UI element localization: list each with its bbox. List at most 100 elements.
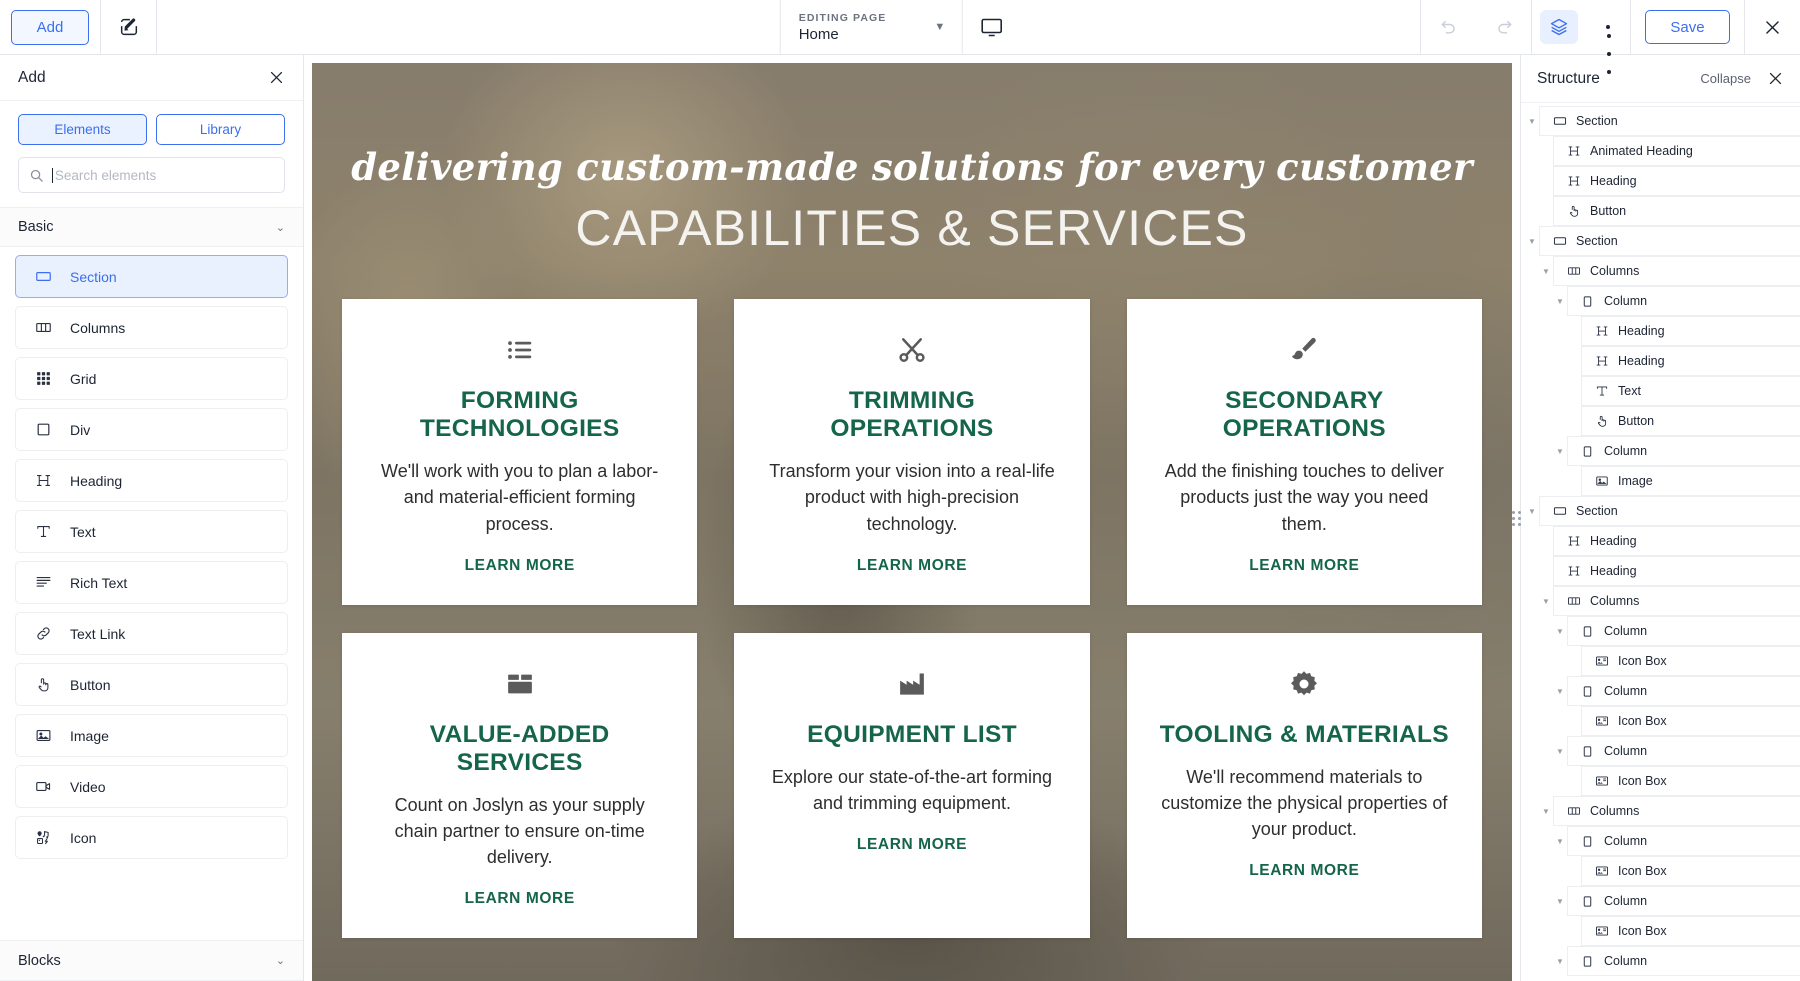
learn-more-link[interactable]: LEARN MORE (1157, 862, 1452, 880)
search-input[interactable] (54, 167, 274, 183)
list-icon (372, 333, 667, 367)
tree-node-text[interactable]: Text (1581, 376, 1800, 406)
chevron-down-icon[interactable]: ▼ (1525, 237, 1539, 246)
learn-more-link[interactable]: LEARN MORE (764, 557, 1059, 575)
element-item-rich-text[interactable]: Rich Text (15, 561, 288, 604)
icon-box-trimming-operations[interactable]: TRIMMING OPERATIONS Transform your visio… (734, 299, 1090, 605)
tree-node-heading[interactable]: Heading (1553, 556, 1800, 586)
chevron-down-icon[interactable]: ▼ (1553, 897, 1567, 906)
element-item-video[interactable]: Video (15, 765, 288, 808)
redo-button[interactable] (1476, 0, 1531, 54)
hero-heading[interactable]: CAPABILITIES & SERVICES (312, 199, 1512, 257)
group-header-blocks[interactable]: Blocks ⌄ (0, 941, 303, 981)
chevron-down-icon[interactable]: ▼ (1553, 447, 1567, 456)
tab-library[interactable]: Library (156, 114, 285, 145)
tree-node-section[interactable]: Section (1539, 106, 1800, 136)
tree-node-column[interactable]: Column (1567, 736, 1800, 766)
structure-collapse-button[interactable]: Collapse (1700, 71, 1751, 86)
chevron-down-icon[interactable]: ▼ (1553, 957, 1567, 966)
element-item-button[interactable]: Button (15, 663, 288, 706)
icon-box-value-added-services[interactable]: VALUE-ADDED SERVICES Count on Joslyn as … (342, 632, 698, 939)
chevron-down-icon[interactable]: ▼ (1553, 687, 1567, 696)
tree-node-column[interactable]: Column (1567, 436, 1800, 466)
structure-toggle-button[interactable] (1540, 10, 1578, 44)
add-panel-close-button[interactable] (268, 69, 285, 86)
element-item-grid[interactable]: Grid (15, 357, 288, 400)
tree-node-icon-box[interactable]: Icon Box (1581, 646, 1800, 676)
search-box[interactable] (18, 157, 285, 193)
learn-more-link[interactable]: LEARN MORE (372, 890, 667, 908)
tree-node-column[interactable]: Column (1567, 676, 1800, 706)
panel-resize-handle[interactable] (1508, 505, 1524, 531)
tab-elements[interactable]: Elements (18, 114, 147, 145)
element-item-section[interactable]: Section (15, 255, 288, 298)
tree-node-column[interactable]: Column (1567, 286, 1800, 316)
tree-row: ▼ Columns (1521, 796, 1800, 826)
structure-close-button[interactable] (1767, 70, 1784, 87)
chevron-down-icon[interactable]: ▼ (1553, 297, 1567, 306)
tree-node-column[interactable]: Column (1567, 826, 1800, 856)
tree-node-button[interactable]: Button (1581, 406, 1800, 436)
page-selector[interactable]: EDITING PAGE Home ▼ (779, 0, 963, 54)
icon-box-forming-technologies[interactable]: FORMING TECHNOLOGIES We'll work with you… (342, 299, 698, 605)
element-item-text[interactable]: Text (15, 510, 288, 553)
hero-section[interactable]: delivering custom-made solutions for eve… (312, 63, 1512, 257)
element-item-columns[interactable]: Columns (15, 306, 288, 349)
device-preview-button[interactable] (962, 0, 1020, 54)
chevron-down-icon[interactable]: ▼ (1539, 807, 1553, 816)
tree-node-heading[interactable]: Heading (1581, 346, 1800, 376)
group-header-basic[interactable]: Basic ⌄ (0, 207, 303, 247)
tree-node-heading[interactable]: Heading (1553, 526, 1800, 556)
tree-node-columns[interactable]: Columns (1553, 796, 1800, 826)
undo-button[interactable] (1421, 0, 1476, 54)
add-panel-header: Add (0, 55, 303, 101)
tree-node-section[interactable]: Section (1539, 226, 1800, 256)
chevron-down-icon[interactable]: ▼ (1525, 117, 1539, 126)
chevron-down-icon[interactable]: ▼ (1539, 597, 1553, 606)
more-options-button[interactable] (1586, 0, 1630, 74)
tree-node-column[interactable]: Column (1567, 946, 1800, 976)
hero-animated-heading[interactable]: delivering custom-made solutions for eve… (312, 145, 1512, 189)
tree-node-heading[interactable]: Heading (1581, 316, 1800, 346)
tree-node-icon-box[interactable]: Icon Box (1581, 856, 1800, 886)
add-button[interactable]: Add (11, 9, 89, 45)
page-canvas[interactable]: delivering custom-made solutions for eve… (312, 63, 1512, 981)
learn-more-link[interactable]: LEARN MORE (1157, 557, 1452, 575)
tree-row: ▼ Columns (1521, 256, 1800, 286)
icon-box-secondary-operations[interactable]: SECONDARY OPERATIONS Add the finishing t… (1126, 299, 1482, 605)
chevron-down-icon[interactable]: ▼ (1553, 747, 1567, 756)
tree-node-icon-box[interactable]: Icon Box (1581, 916, 1800, 946)
learn-more-link[interactable]: LEARN MORE (372, 557, 667, 575)
save-button[interactable]: Save (1645, 10, 1730, 44)
icon-box-tooling-materials[interactable]: TOOLING & MATERIALS We'll recommend mate… (1126, 632, 1482, 939)
element-item-image[interactable]: Image (15, 714, 288, 757)
element-item-icon[interactable]: Icon (15, 816, 288, 859)
chevron-down-icon[interactable]: ▼ (1525, 507, 1539, 516)
icon-box-equipment-list[interactable]: EQUIPMENT LIST Explore our state-of-the-… (734, 632, 1090, 939)
learn-more-link[interactable]: LEARN MORE (764, 836, 1059, 854)
tree-node-columns[interactable]: Columns (1553, 586, 1800, 616)
structure-panel: Structure Collapse ▼ Section Animated Head… (1520, 55, 1800, 981)
tree-node-column[interactable]: Column (1567, 886, 1800, 916)
tree-node-columns[interactable]: Columns (1553, 256, 1800, 286)
close-editor-button[interactable] (1744, 0, 1800, 54)
tree-row: ▼ Columns (1521, 586, 1800, 616)
element-item-heading[interactable]: Heading (15, 459, 288, 502)
tree-node-image[interactable]: Image (1581, 466, 1800, 496)
tree-node-button[interactable]: Button (1553, 196, 1800, 226)
tree-node-icon-box[interactable]: Icon Box (1581, 766, 1800, 796)
element-item-label: Section (70, 268, 117, 285)
tree-node-animated-heading[interactable]: Animated Heading (1553, 136, 1800, 166)
tree-node-icon-box[interactable]: Icon Box (1581, 706, 1800, 736)
chevron-down-icon[interactable]: ▼ (1539, 267, 1553, 276)
section-icon (1552, 234, 1567, 248)
edit-square-button[interactable] (101, 0, 156, 54)
tree-node-section[interactable]: Section (1539, 496, 1800, 526)
chevron-down-icon[interactable]: ▼ (1553, 627, 1567, 636)
tree-row: Button (1521, 196, 1800, 226)
tree-node-heading[interactable]: Heading (1553, 166, 1800, 196)
chevron-down-icon[interactable]: ▼ (1553, 837, 1567, 846)
element-item-text-link[interactable]: Text Link (15, 612, 288, 655)
tree-node-column[interactable]: Column (1567, 616, 1800, 646)
element-item-div[interactable]: Div (15, 408, 288, 451)
